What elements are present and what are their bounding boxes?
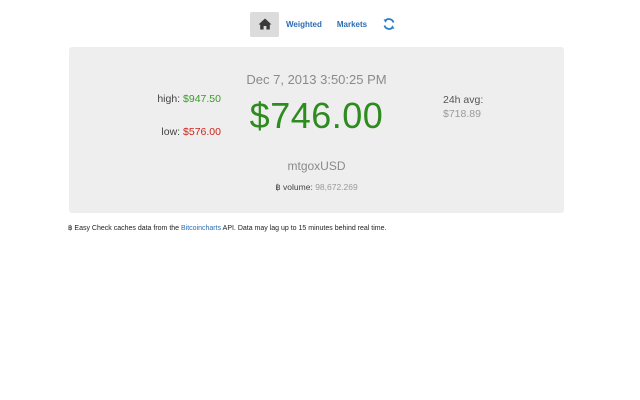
bitcoincharts-link[interactable]: Bitcoincharts <box>181 225 221 232</box>
footer-suffix: API. Data may lag up to 15 minutes behin… <box>221 225 387 232</box>
footer-note: ฿ Easy Check caches data from the Bitcoi… <box>68 224 386 232</box>
nav-weighted-link[interactable]: Weighted <box>286 12 322 37</box>
home-button[interactable] <box>250 11 279 37</box>
refresh-button[interactable] <box>381 16 397 32</box>
avg-value: $718.89 <box>443 108 481 120</box>
volume-value: 98,672.269 <box>315 182 358 192</box>
market-symbol: mtgoxUSD <box>287 159 346 173</box>
avg-stat: 24h avg: $718.89 <box>443 93 483 121</box>
ticker-panel: Dec 7, 2013 3:50:25 PM high: $947.50 low… <box>69 47 564 213</box>
last-price: $746.00 <box>249 95 384 136</box>
top-nav: Weighted Markets <box>250 11 397 37</box>
avg-label: 24h avg: <box>443 94 484 106</box>
footer-prefix: ฿ Easy Check caches data from the <box>68 225 182 232</box>
timestamp: Dec 7, 2013 3:50:25 PM <box>246 72 387 87</box>
home-icon <box>258 18 271 30</box>
bitcoin-icon: ฿ <box>275 182 281 192</box>
volume-label: volume: <box>283 182 313 192</box>
volume-stat: ฿ volume: 98,672.269 <box>69 182 564 193</box>
nav-markets-link[interactable]: Markets <box>337 12 367 37</box>
refresh-icon <box>383 18 395 30</box>
